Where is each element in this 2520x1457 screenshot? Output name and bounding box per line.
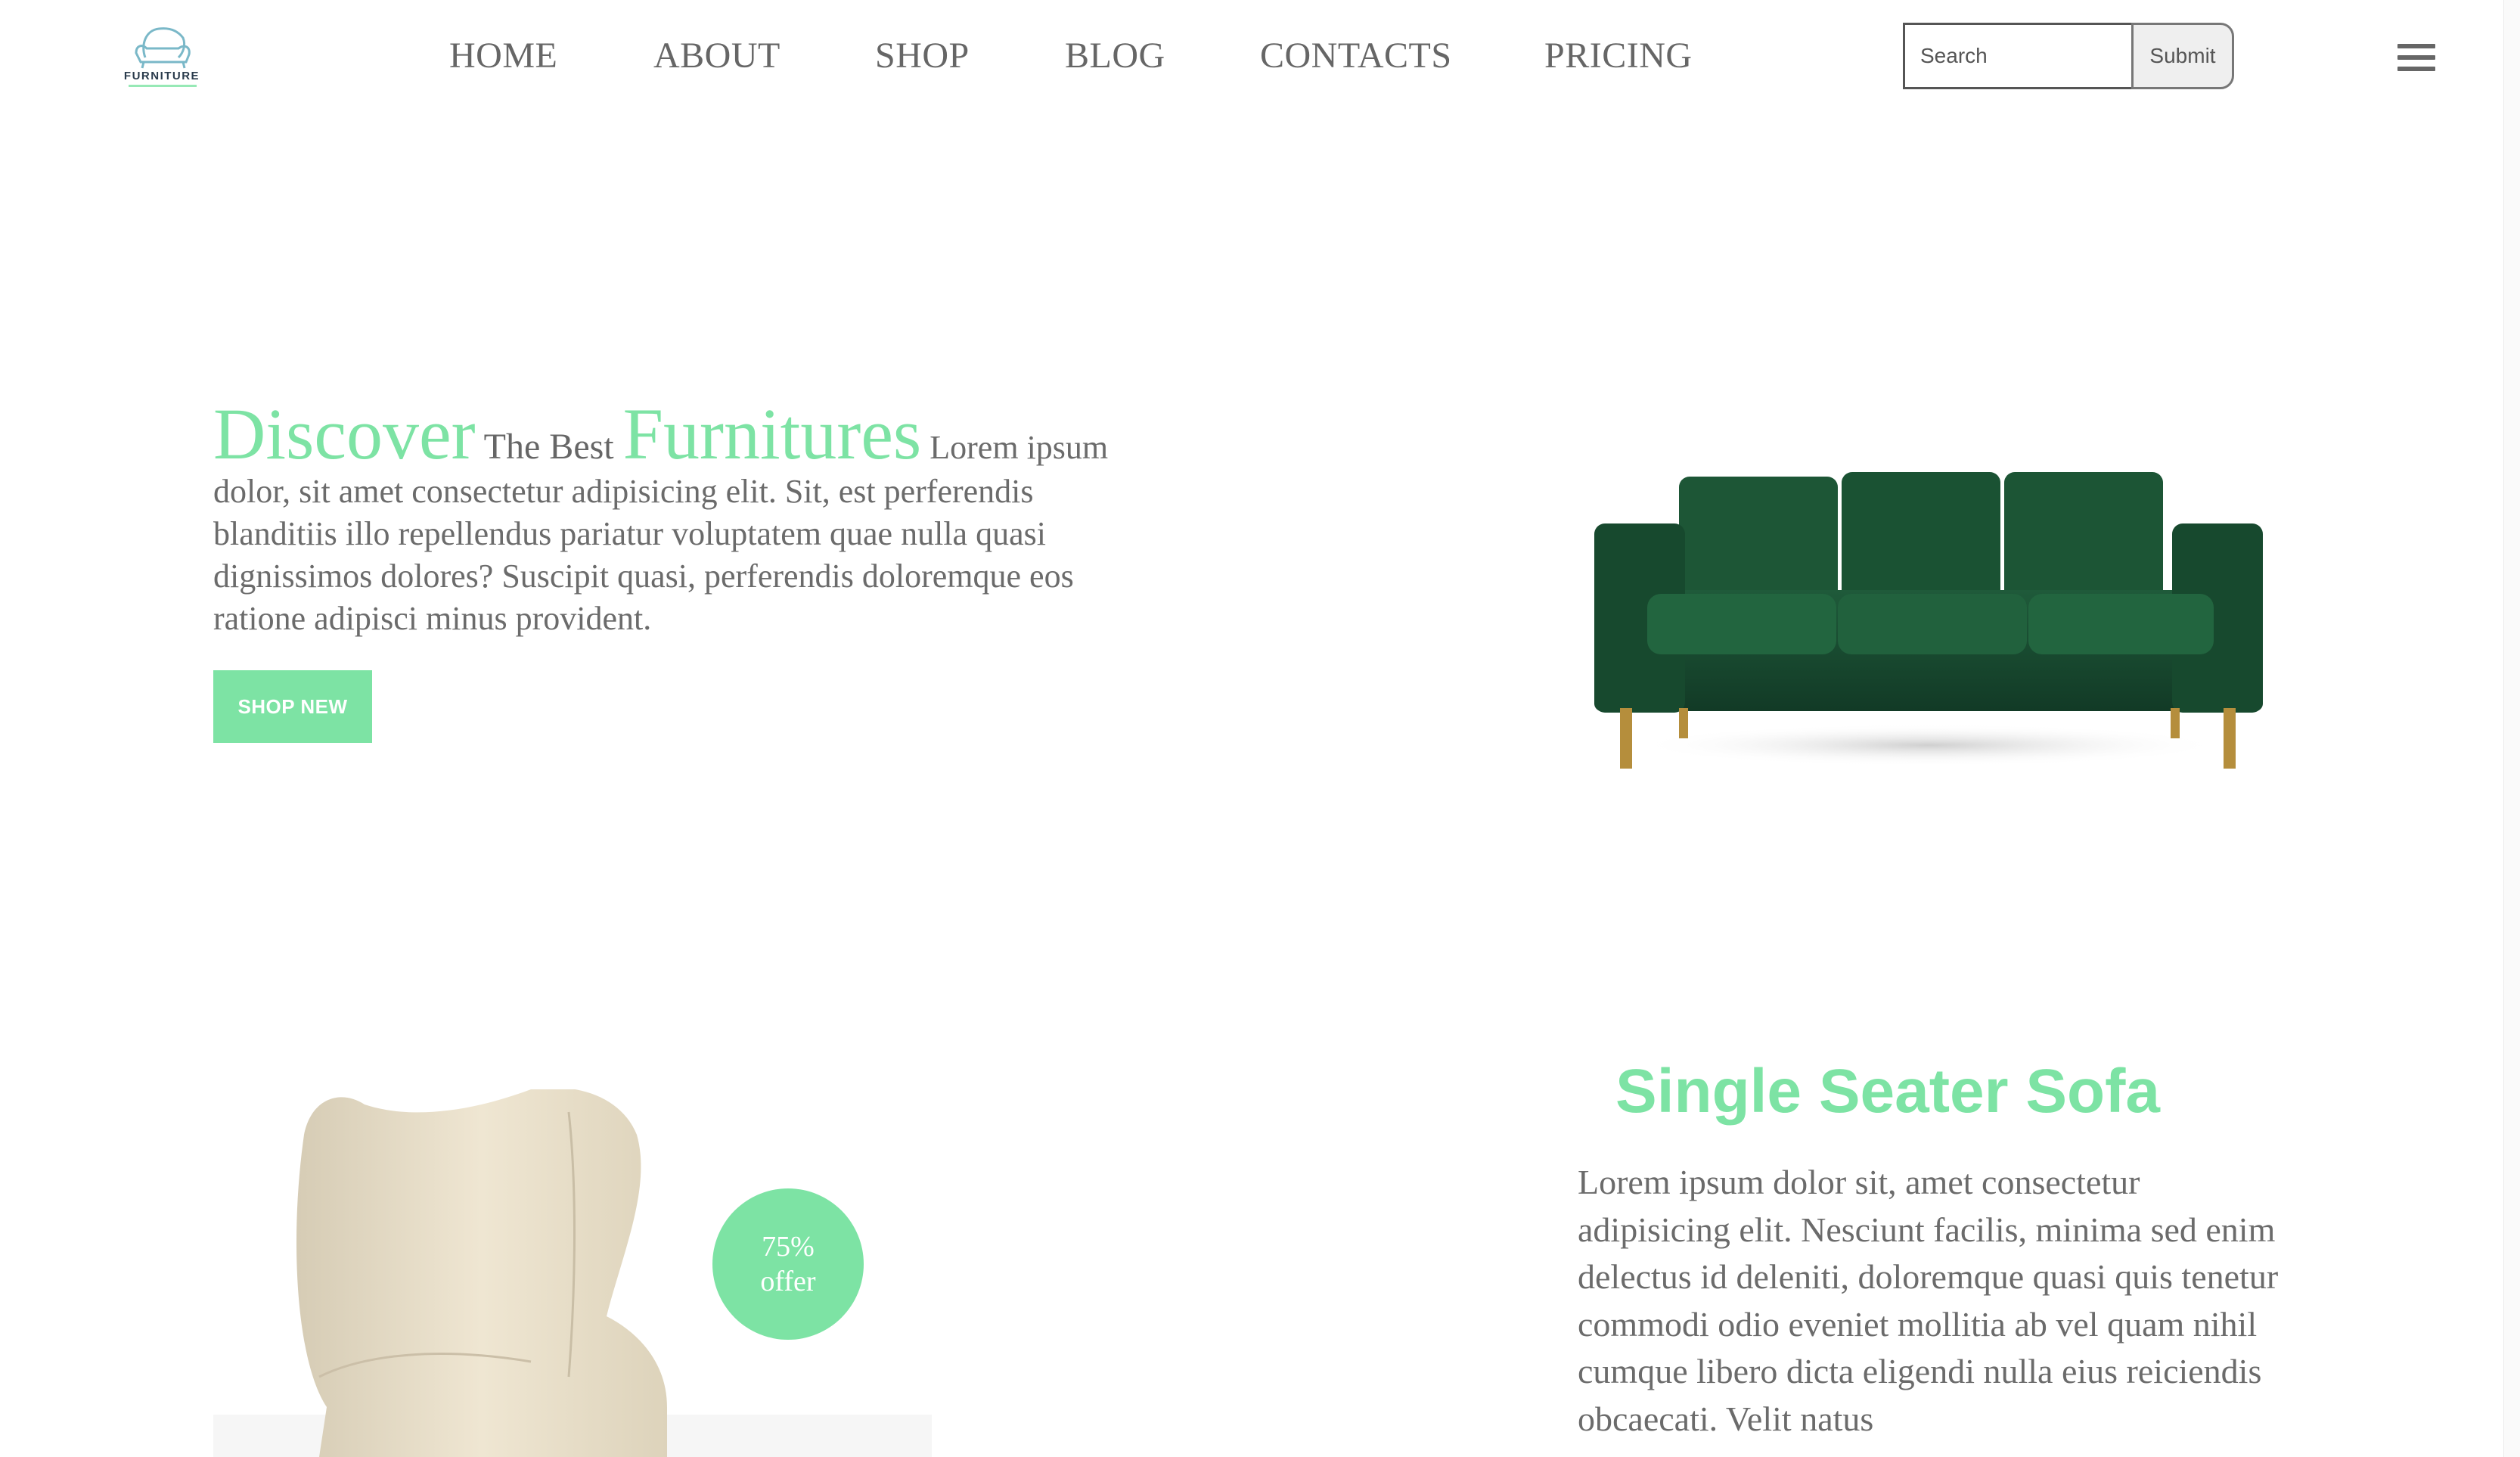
- hero-word-furnitures: Furnitures: [622, 393, 922, 474]
- nav-blog[interactable]: BLOG: [1065, 33, 1165, 79]
- shop-new-button[interactable]: SHOP NEW: [213, 670, 372, 743]
- logo-underline: [129, 85, 197, 87]
- hero-word-the-best: The Best: [475, 427, 623, 467]
- search-input[interactable]: [1903, 23, 2131, 89]
- nav-home[interactable]: HOME: [449, 33, 557, 79]
- hero-word-discover: Discover: [213, 393, 476, 474]
- hero-text: Discover The Best Furnitures Lorem ipsum…: [213, 398, 1121, 640]
- armchair-logo-icon: [135, 27, 191, 69]
- search-form: Submit: [1903, 23, 2234, 89]
- logo[interactable]: FURNITURE: [106, 23, 212, 91]
- submit-button[interactable]: Submit: [2131, 23, 2234, 89]
- page: FURNITURE HOME ABOUT SHOP BLOG CONTACTS …: [0, 0, 2520, 1457]
- nav-contacts[interactable]: CONTACTS: [1260, 33, 1452, 79]
- hamburger-menu-icon[interactable]: [2397, 44, 2435, 74]
- page-scrollbar[interactable]: [2503, 0, 2520, 1457]
- offer-percent: 75%: [762, 1231, 815, 1263]
- product-description: Lorem ipsum dolor sit, amet consectetur …: [1578, 1163, 2279, 1438]
- logo-text: FURNITURE: [123, 70, 200, 82]
- green-sofa-image: [1594, 472, 2263, 769]
- product-title: Single Seater Sofa: [1615, 1057, 2161, 1126]
- nav-shop[interactable]: SHOP: [875, 33, 970, 79]
- nav-pricing[interactable]: PRICING: [1544, 33, 1693, 79]
- offer-badge: 75% offer: [712, 1188, 864, 1340]
- offer-label: offer: [760, 1266, 816, 1297]
- nav-about[interactable]: ABOUT: [653, 33, 781, 79]
